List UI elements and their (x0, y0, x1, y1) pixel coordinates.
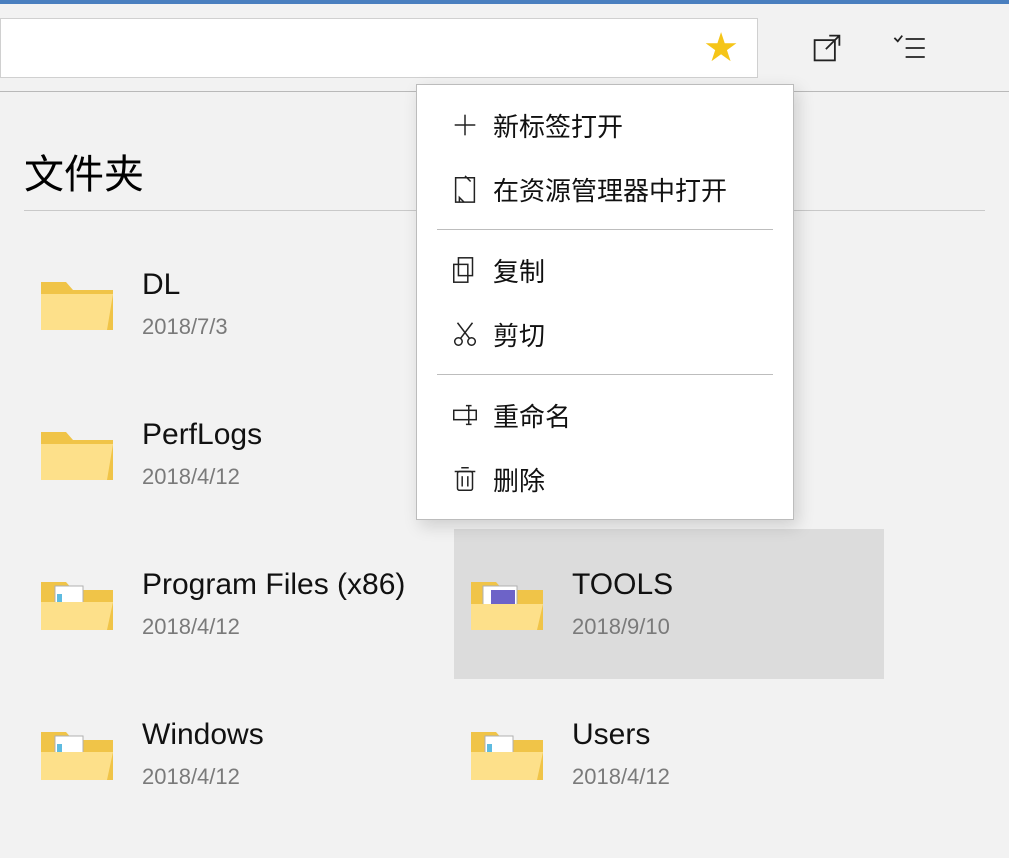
menu-item-open-explorer[interactable]: 在资源管理器中打开 (417, 157, 793, 221)
folder-icon (32, 559, 122, 649)
explorer-icon (441, 174, 489, 204)
menu-label: 剪切 (489, 316, 545, 353)
folder-icon (462, 709, 552, 799)
folder-date: 2018/4/12 (572, 764, 670, 790)
folder-item[interactable]: DL 2018/7/3 (24, 229, 454, 379)
cut-icon (441, 319, 489, 349)
folder-date: 2018/4/12 (142, 464, 262, 490)
folder-icon (32, 709, 122, 799)
folder-date: 2018/4/12 (142, 764, 264, 790)
folder-name: Users (572, 718, 670, 752)
menu-item-new-tab[interactable]: 新标签打开 (417, 93, 793, 157)
menu-label: 在资源管理器中打开 (489, 171, 727, 208)
toolbar: ★ (0, 0, 1009, 92)
menu-item-rename[interactable]: 重命名 (417, 383, 793, 447)
menu-separator (437, 374, 773, 375)
folder-name: DL (142, 268, 228, 302)
folder-date: 2018/7/3 (142, 314, 228, 340)
folder-item[interactable]: PerfLogs 2018/4/12 (24, 379, 454, 529)
rename-icon (441, 400, 489, 430)
folder-item[interactable]: Program Files (x86) 2018/4/12 (24, 529, 454, 679)
folder-name: PerfLogs (142, 418, 262, 452)
favorite-star-icon[interactable]: ★ (703, 25, 739, 71)
folder-item[interactable]: Windows 2018/4/12 (24, 679, 454, 829)
context-menu: 新标签打开 在资源管理器中打开 复制 剪切 重命名 删除 (416, 84, 794, 520)
menu-separator (437, 229, 773, 230)
address-bar[interactable]: ★ (0, 18, 758, 78)
copy-icon (441, 255, 489, 285)
folder-name: Windows (142, 718, 264, 752)
toolbar-buttons (758, 27, 958, 69)
folder-date: 2018/9/10 (572, 614, 673, 640)
folder-icon (32, 259, 122, 349)
open-external-button[interactable] (806, 27, 848, 69)
folder-icon (32, 409, 122, 499)
delete-icon (441, 464, 489, 494)
menu-item-delete[interactable]: 删除 (417, 447, 793, 511)
view-list-button[interactable] (888, 27, 930, 69)
menu-item-cut[interactable]: 剪切 (417, 302, 793, 366)
folder-item[interactable]: TOOLS 2018/9/10 (454, 529, 884, 679)
folder-date: 2018/4/12 (142, 614, 405, 640)
menu-label: 重命名 (489, 397, 571, 434)
folder-name: Program Files (x86) (142, 568, 405, 602)
menu-label: 复制 (489, 252, 545, 289)
menu-item-copy[interactable]: 复制 (417, 238, 793, 302)
menu-label: 删除 (489, 461, 545, 498)
checklist-icon (891, 30, 927, 66)
folder-item[interactable]: Users 2018/4/12 (454, 679, 884, 829)
folder-name: TOOLS (572, 568, 673, 602)
plus-icon (441, 110, 489, 140)
menu-label: 新标签打开 (489, 107, 623, 144)
open-external-icon (809, 30, 845, 66)
folder-icon (462, 559, 552, 649)
